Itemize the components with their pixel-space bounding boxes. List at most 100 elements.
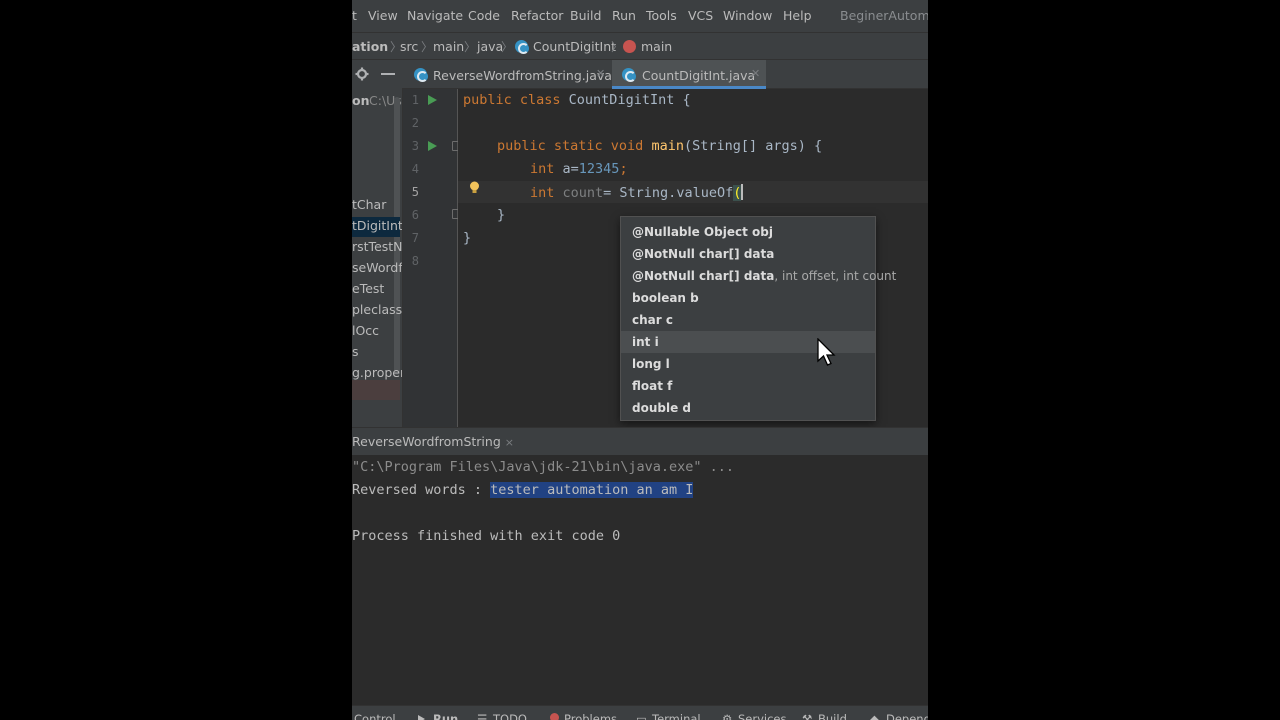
param-option[interactable]: @NotNull char[] data, int offset, int co…	[621, 265, 896, 287]
tool-control[interactable]: Control	[354, 712, 396, 720]
gear-icon[interactable]	[355, 67, 369, 81]
tab-label: ReverseWordfromString.java	[433, 68, 612, 83]
tool-build[interactable]: Build	[818, 712, 847, 720]
line-number: 7	[411, 231, 419, 245]
menu-run[interactable]: Run	[612, 8, 636, 23]
lightbulb-icon[interactable]	[469, 181, 480, 194]
line-number-current: 5	[411, 185, 419, 199]
run-panel-header: ReverseWordfromString ×	[352, 427, 928, 455]
menu-refactor[interactable]: Refactor	[511, 8, 563, 23]
tree-item[interactable]: pleclass	[352, 302, 402, 317]
breadcrumb-src[interactable]: src	[400, 39, 418, 54]
menu-help[interactable]: Help	[783, 8, 812, 23]
menu-window[interactable]: Window	[723, 8, 772, 23]
project-toolbar	[352, 60, 402, 89]
code-line-1: public class CountDigitInt {	[463, 92, 691, 108]
editor-tab-bar: ReverseWordfromString.java ✕ CountDigitI…	[352, 60, 928, 89]
breadcrumb-separator: 〉	[421, 40, 434, 54]
tree-item[interactable]: eTest	[352, 281, 384, 296]
tree-highlight-row	[352, 380, 400, 400]
tree-item[interactable]: tChar	[352, 197, 386, 212]
menu-vcs[interactable]: VCS	[688, 8, 713, 23]
tree-item-selected[interactable]: tDigitInt	[352, 217, 402, 237]
terminal-icon: ▭	[636, 712, 647, 720]
class-icon	[414, 68, 428, 82]
breadcrumb-separator: 〉	[501, 40, 514, 54]
code-line-6: }	[497, 207, 506, 223]
menu-navigate[interactable]: Navigate	[407, 8, 463, 23]
param-option[interactable]: char c	[621, 309, 875, 331]
ide-window: t View Navigate Code Refactor Build Run …	[352, 0, 928, 720]
console-output-line: Reversed words : tester automation an am…	[352, 482, 694, 498]
minimize-icon[interactable]	[381, 73, 395, 76]
build-icon: ⚒	[802, 712, 813, 720]
run-icon	[418, 715, 426, 720]
parameter-info-popup: @Nullable Object obj @NotNull char[] dat…	[620, 216, 896, 421]
tree-item[interactable]: rstTestNG	[352, 239, 402, 254]
breadcrumb-class[interactable]: CountDigitInt	[533, 39, 616, 54]
param-option[interactable]: @NotNull char[] data	[621, 243, 875, 265]
line-number: 3	[411, 139, 419, 153]
editor-gutter: 1 2 3 4 5 6 7 8	[403, 89, 461, 427]
line-number: 1	[411, 93, 419, 107]
close-icon[interactable]: ×	[505, 436, 514, 449]
console-command-line: "C:\Program Files\Java\jdk-21\bin\java.e…	[352, 459, 735, 475]
line-number: 2	[411, 116, 419, 130]
param-option[interactable]: @Nullable Object obj	[621, 221, 875, 243]
code-line-4: int a=12345;	[530, 161, 628, 177]
services-icon: ⚙	[722, 712, 733, 720]
run-console[interactable]: "C:\Program Files\Java\jdk-21\bin\java.e…	[352, 455, 928, 705]
list-icon: ☰	[477, 712, 488, 720]
code-line-3: public static void main(String[] args) {	[497, 138, 823, 154]
run-class-icon[interactable]	[428, 95, 437, 105]
tool-services[interactable]: Services	[738, 712, 787, 720]
tool-terminal[interactable]: Terminal	[652, 712, 701, 720]
close-icon[interactable]: ✕	[751, 67, 760, 80]
class-icon	[622, 68, 636, 82]
project-title: BeginerAutoma	[840, 8, 928, 23]
breadcrumb-java[interactable]: java	[477, 39, 503, 54]
tree-item[interactable]: seWordfr	[352, 260, 402, 275]
method-icon	[623, 40, 636, 53]
run-tab[interactable]: ReverseWordfromString ×	[352, 434, 514, 449]
menu-view[interactable]: View	[368, 8, 398, 23]
breadcrumb-method[interactable]: main	[641, 39, 672, 54]
tool-problems[interactable]: Problems	[564, 712, 617, 720]
tree-item[interactable]: g.propert	[352, 365, 402, 380]
tree-item[interactable]: s	[352, 344, 359, 359]
code-line-7: }	[463, 230, 472, 246]
menu-tools[interactable]: Tools	[646, 8, 677, 23]
problems-icon	[550, 713, 559, 720]
param-option[interactable]: double d	[621, 397, 875, 419]
menu-code[interactable]: Code	[468, 8, 500, 23]
tool-run[interactable]: Run	[433, 712, 458, 720]
line-number: 4	[411, 162, 419, 176]
tab-count-digit[interactable]: CountDigitInt.java ✕	[612, 60, 766, 89]
dependencies-icon: ◆	[870, 712, 879, 720]
param-option[interactable]: float f	[621, 375, 875, 397]
run-main-icon[interactable]	[428, 141, 437, 151]
tree-item[interactable]: lOcc	[352, 323, 379, 338]
tab-reverse-word[interactable]: ReverseWordfromString.java ✕	[406, 60, 612, 89]
tab-label: CountDigitInt.java	[642, 68, 756, 83]
text-caret	[741, 184, 744, 200]
menu-bar: t View Navigate Code Refactor Build Run …	[352, 0, 928, 32]
tool-todo[interactable]: TODO	[493, 712, 527, 720]
breadcrumb-main[interactable]: main	[433, 39, 464, 54]
breadcrumb-project[interactable]: ation	[352, 39, 388, 54]
breadcrumb-separator: 〉	[464, 40, 477, 54]
menu-edit-partial[interactable]: t	[352, 8, 357, 23]
mouse-cursor-icon	[817, 338, 836, 366]
menu-build[interactable]: Build	[570, 8, 601, 23]
tree-root[interactable]: on	[352, 93, 370, 108]
selected-text[interactable]: tester automation an am I	[490, 482, 694, 498]
console-exit-line: Process finished with exit code 0	[352, 528, 621, 544]
code-line-5: int count= String.valueOf(	[530, 184, 744, 201]
breadcrumb-separator: 〉	[611, 40, 624, 54]
line-number: 8	[411, 254, 419, 268]
class-icon	[515, 40, 529, 54]
close-icon[interactable]: ✕	[596, 67, 605, 80]
param-option[interactable]: boolean b	[621, 287, 875, 309]
tool-window-bar: Control Run ☰ TODO Problems ▭ Terminal ⚙…	[352, 705, 928, 720]
tool-dependencies[interactable]: Depend	[886, 712, 928, 720]
